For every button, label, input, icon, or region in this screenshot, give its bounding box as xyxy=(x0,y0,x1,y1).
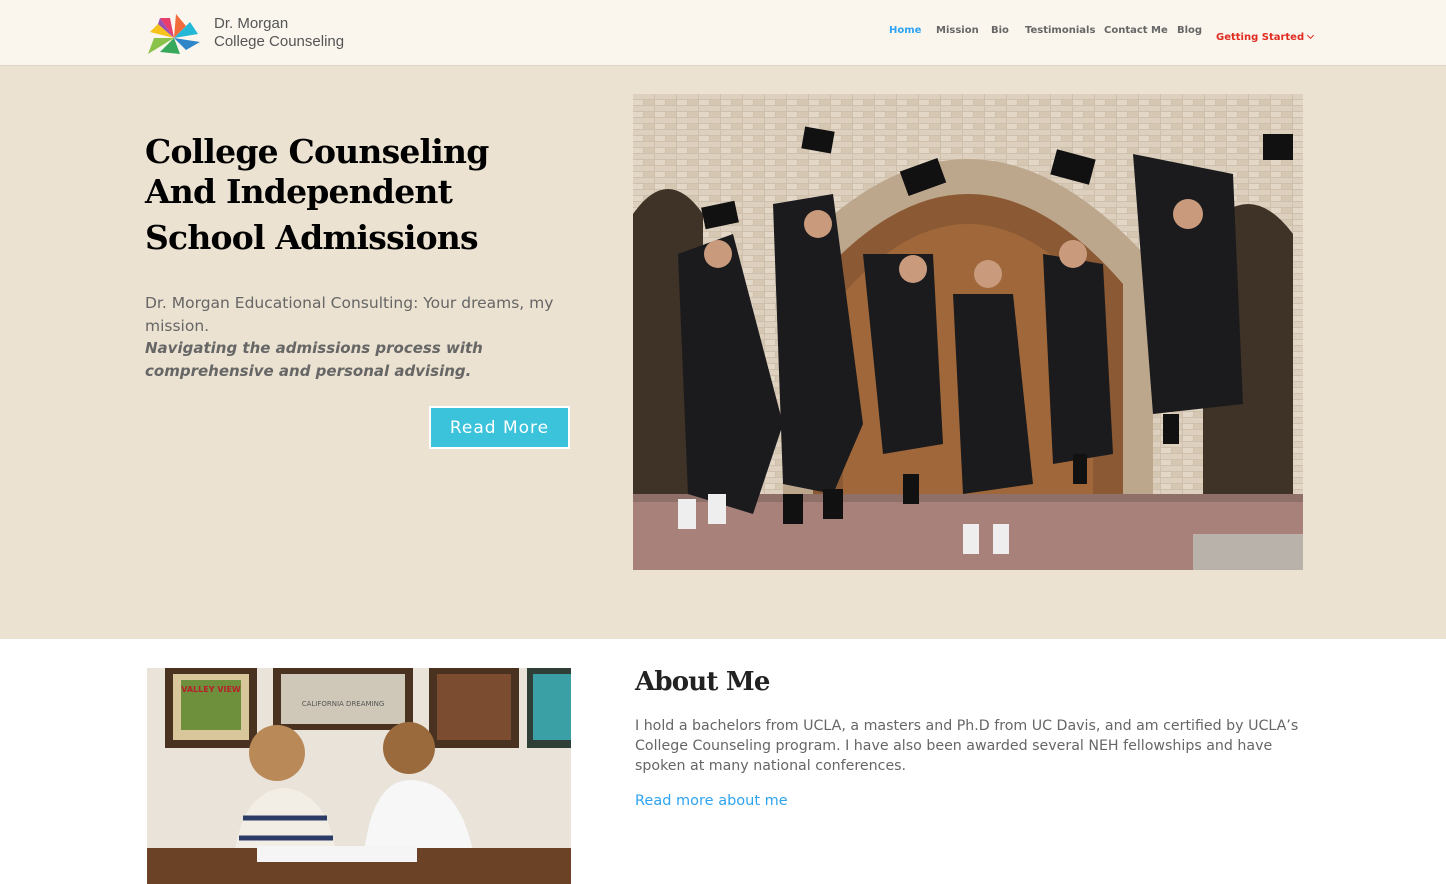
poster-2-text: CALIFORNIA DREAMING xyxy=(302,700,385,708)
graduates-illustration xyxy=(633,94,1303,570)
nav-home[interactable]: Home xyxy=(889,25,921,36)
read-more-button[interactable]: Read More xyxy=(429,406,570,449)
main-nav: Home Mission Bio Testimonials Contact Me… xyxy=(0,25,1446,44)
chevron-down-icon[interactable] xyxy=(1307,31,1315,40)
hero-subtitle: Dr. Morgan Educational Consulting: Your … xyxy=(145,294,554,335)
hero-title-line: College Counseling xyxy=(145,132,489,171)
graduates-photo xyxy=(633,94,1303,570)
advising-illustration: VALLEY VIEW CALIFORNIA DREAMING xyxy=(147,668,571,884)
hero-title: College Counseling And Independent Schoo… xyxy=(145,132,545,258)
nav-getting-started-label[interactable]: Getting Started xyxy=(1216,32,1304,43)
hero-tagline: Navigating the admissions process with c… xyxy=(145,339,483,380)
read-more-about-link[interactable]: Read more about me xyxy=(635,791,788,811)
about-title: About Me xyxy=(635,667,770,697)
about-body: I hold a bachelors from UCLA, a masters … xyxy=(635,718,1299,774)
nav-testimonials[interactable]: Testimonials xyxy=(1025,25,1095,36)
nav-getting-started[interactable]: Getting Started xyxy=(1216,25,1315,44)
nav-bio[interactable]: Bio xyxy=(991,25,1009,36)
nav-contact-me[interactable]: Contact Me xyxy=(1104,25,1168,36)
poster-1-text: VALLEY VIEW xyxy=(181,685,241,694)
hero-title-line: And Independent xyxy=(145,172,453,211)
nav-mission[interactable]: Mission xyxy=(936,25,979,36)
nav-blog[interactable]: Blog xyxy=(1177,25,1202,36)
site-header: Dr. Morgan College Counseling Home Missi… xyxy=(0,0,1446,66)
hero-section: College Counseling And Independent Schoo… xyxy=(0,66,1446,639)
hero-title-line: School Admissions xyxy=(145,218,479,257)
about-photo: VALLEY VIEW CALIFORNIA DREAMING xyxy=(147,668,571,884)
